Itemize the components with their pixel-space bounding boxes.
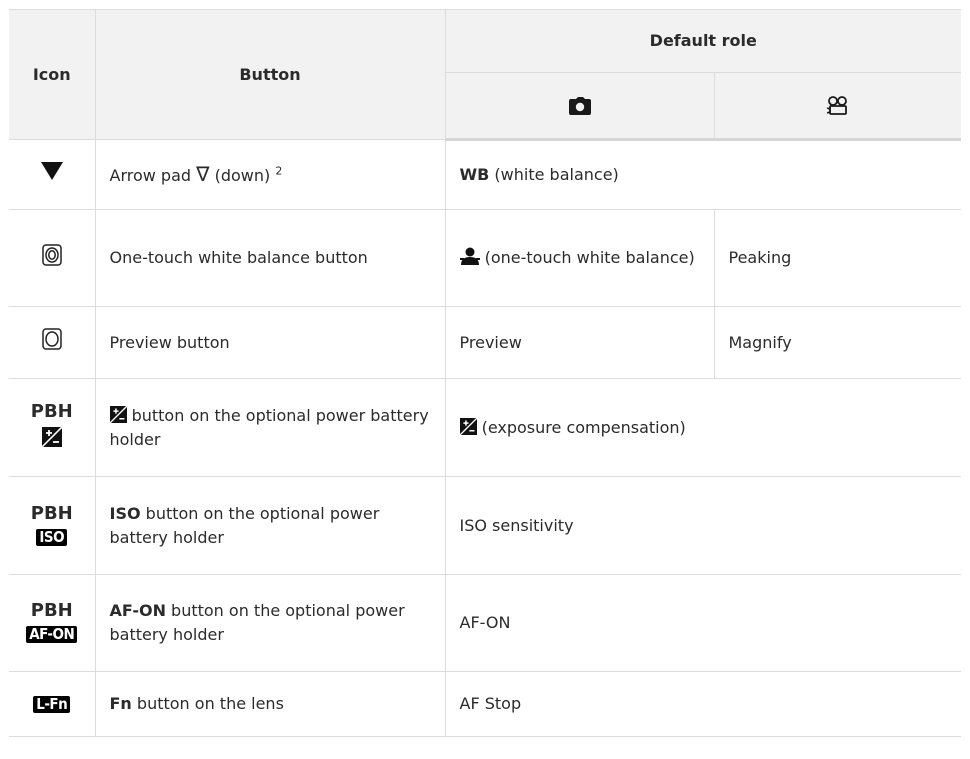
button-cell: Arrow pad ∇ (down) 2 — [94, 139, 446, 210]
af-on-badge-icon: AF-ON — [26, 626, 78, 643]
row-icon-cell — [9, 209, 96, 307]
role-cell: WB (white balance) — [444, 139, 962, 210]
row-icon-cell: PBH ISO — [9, 476, 96, 575]
table-row: Preview button Preview Magnify — [9, 306, 962, 379]
button-role-table: Icon Button Default role Arrow pad ∇ (do… — [9, 9, 962, 737]
header-photo — [445, 72, 715, 141]
exposure-compensation-icon — [41, 426, 63, 448]
button-cell: One-touch white balance button — [94, 209, 446, 307]
header-movie — [713, 72, 962, 141]
table-row: PBH ISO ISO button on the optional power… — [9, 476, 962, 575]
role-cell: (exposure compensation) — [444, 378, 962, 477]
lens-fn-badge-icon: L-Fn — [33, 696, 71, 713]
button-cell: ISO button on the optional power battery… — [94, 476, 446, 575]
pbh-label: PBH — [30, 502, 73, 524]
pbh-label: PBH — [30, 600, 73, 621]
role-photo-cell: Preview — [444, 306, 715, 379]
table-row: One-touch white balance button (one-touc… — [9, 209, 962, 307]
row-icon-cell — [9, 306, 96, 379]
exposure-compensation-icon — [459, 417, 477, 435]
pbh-label: PBH — [30, 401, 73, 422]
table-row: PBH AF-ON AF-ON button on the optional p… — [9, 574, 962, 672]
button-cell: Fn button on the lens — [94, 671, 446, 737]
camera-icon — [568, 97, 591, 115]
button-cell: Preview button — [94, 306, 446, 379]
row-icon-cell: PBH — [9, 378, 96, 477]
iso-badge-icon: ISO — [36, 528, 68, 546]
movie-camera-icon — [826, 96, 847, 115]
table-row: PBH button on the optional power battery… — [9, 378, 962, 477]
row-icon-cell: L-Fn — [9, 671, 96, 737]
header-default-role: Default role — [444, 9, 962, 73]
table-row: L-Fn Fn button on the lens AF Stop — [9, 671, 962, 737]
down-triangle-icon — [40, 162, 63, 180]
role-cell: AF-ON — [444, 574, 962, 672]
role-movie-cell: Peaking — [713, 209, 962, 307]
table-row: Arrow pad ∇ (down) 2 WB (white balance) — [9, 139, 962, 210]
page: Icon Button Default role Arrow pad ∇ (do… — [0, 0, 970, 759]
role-cell: ISO sensitivity — [444, 476, 962, 575]
exposure-compensation-icon — [109, 405, 127, 423]
header-button: Button — [94, 9, 446, 140]
header-icon: Icon — [9, 9, 96, 140]
button-cell: AF-ON button on the optional power batte… — [94, 574, 446, 672]
down-arrow-glyph: ∇ — [196, 161, 210, 186]
preview-icon — [42, 328, 62, 350]
role-movie-cell: Magnify — [713, 306, 962, 379]
row-icon-cell: PBH AF-ON — [9, 574, 96, 672]
one-touch-white-balance-icon — [459, 247, 480, 265]
role-cell: AF Stop — [444, 671, 962, 737]
one-touch-wb-icon — [42, 243, 62, 266]
role-photo-cell: (one-touch white balance) — [444, 209, 715, 307]
row-icon-cell — [9, 139, 96, 210]
button-cell: button on the optional power battery hol… — [94, 378, 446, 477]
